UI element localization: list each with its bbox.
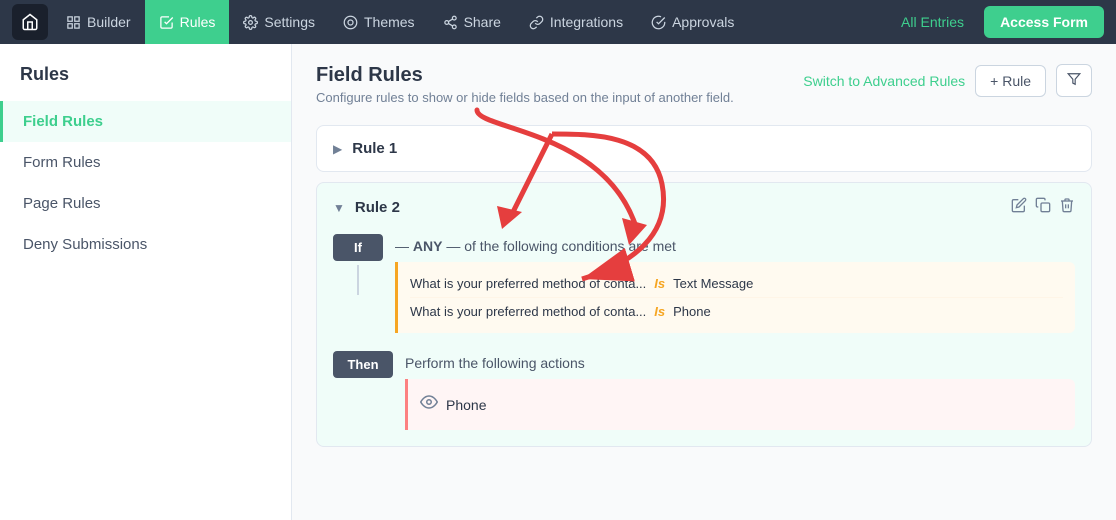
nav-approvals[interactable]: Approvals xyxy=(637,0,748,44)
page-title: Field Rules xyxy=(316,64,734,87)
rule-1-chevron: ▶ xyxy=(333,142,342,156)
sidebar-item-deny-submissions[interactable]: Deny Submissions xyxy=(0,224,291,265)
switch-advanced-link[interactable]: Switch to Advanced Rules xyxy=(803,73,965,89)
header-actions: Switch to Advanced Rules + Rule xyxy=(803,64,1092,97)
content-header: Field Rules Configure rules to show or h… xyxy=(316,64,1092,105)
then-badge: Then xyxy=(333,351,393,378)
nav-share[interactable]: Share xyxy=(429,0,515,44)
rule-2-actions xyxy=(1011,197,1075,218)
rule-2-header[interactable]: ▼ Rule 2 xyxy=(317,183,1091,232)
rule-2-title: Rule 2 xyxy=(355,199,1001,216)
rule-2-block: ▼ Rule 2 If xyxy=(316,182,1092,447)
eye-icon xyxy=(420,393,438,416)
rule-1-block: ▶ Rule 1 xyxy=(316,125,1092,172)
sidebar-item-form-rules[interactable]: Form Rules xyxy=(0,142,291,183)
rule-1-title: Rule 1 xyxy=(352,140,1075,157)
copy-rule-icon[interactable] xyxy=(1035,197,1051,218)
sidebar: Rules Field Rules Form Rules Page Rules … xyxy=(0,44,292,520)
if-badge: If xyxy=(333,234,383,261)
rule-2-body: If — ANY — of the following conditions a… xyxy=(317,232,1091,446)
sidebar-item-page-rules[interactable]: Page Rules xyxy=(0,183,291,224)
if-block: If — ANY — of the following conditions a… xyxy=(333,232,1075,333)
top-navigation: Builder Rules Settings Themes Share Inte… xyxy=(0,0,1116,44)
filter-icon xyxy=(1067,72,1081,86)
then-actions-label: Perform the following actions xyxy=(405,349,1075,371)
sidebar-item-field-rules[interactable]: Field Rules xyxy=(0,101,291,142)
home-logo[interactable] xyxy=(12,4,48,40)
all-entries-link[interactable]: All Entries xyxy=(889,14,976,30)
sidebar-title: Rules xyxy=(0,64,291,101)
nav-settings[interactable]: Settings xyxy=(229,0,329,44)
action-rows: Phone xyxy=(405,379,1075,430)
content-area: Field Rules Configure rules to show or h… xyxy=(292,44,1116,520)
access-form-button[interactable]: Access Form xyxy=(984,6,1104,38)
condition-rows: What is your preferred method of conta..… xyxy=(395,262,1075,333)
then-block: Then Perform the following actions Phone xyxy=(333,349,1075,430)
condition-row-2: What is your preferred method of conta..… xyxy=(410,297,1063,325)
nav-builder[interactable]: Builder xyxy=(52,0,145,44)
page-subtitle: Configure rules to show or hide fields b… xyxy=(316,90,734,105)
rule-2-chevron: ▼ xyxy=(333,201,345,215)
filter-button[interactable] xyxy=(1056,64,1092,97)
action-row-1: Phone xyxy=(420,387,1063,422)
nav-integrations[interactable]: Integrations xyxy=(515,0,637,44)
add-rule-button[interactable]: + Rule xyxy=(975,65,1046,97)
nav-themes[interactable]: Themes xyxy=(329,0,429,44)
nav-rules[interactable]: Rules xyxy=(145,0,230,44)
condition-label: — ANY — of the following conditions are … xyxy=(395,232,1075,254)
main-layout: Rules Field Rules Form Rules Page Rules … xyxy=(0,44,1116,520)
rule-1-header[interactable]: ▶ Rule 1 xyxy=(317,126,1091,171)
then-content: Perform the following actions Phone xyxy=(405,349,1075,430)
condition-row-1: What is your preferred method of conta..… xyxy=(410,270,1063,297)
if-content: — ANY — of the following conditions are … xyxy=(395,232,1075,333)
delete-rule-icon[interactable] xyxy=(1059,197,1075,218)
edit-rule-icon[interactable] xyxy=(1011,197,1027,218)
